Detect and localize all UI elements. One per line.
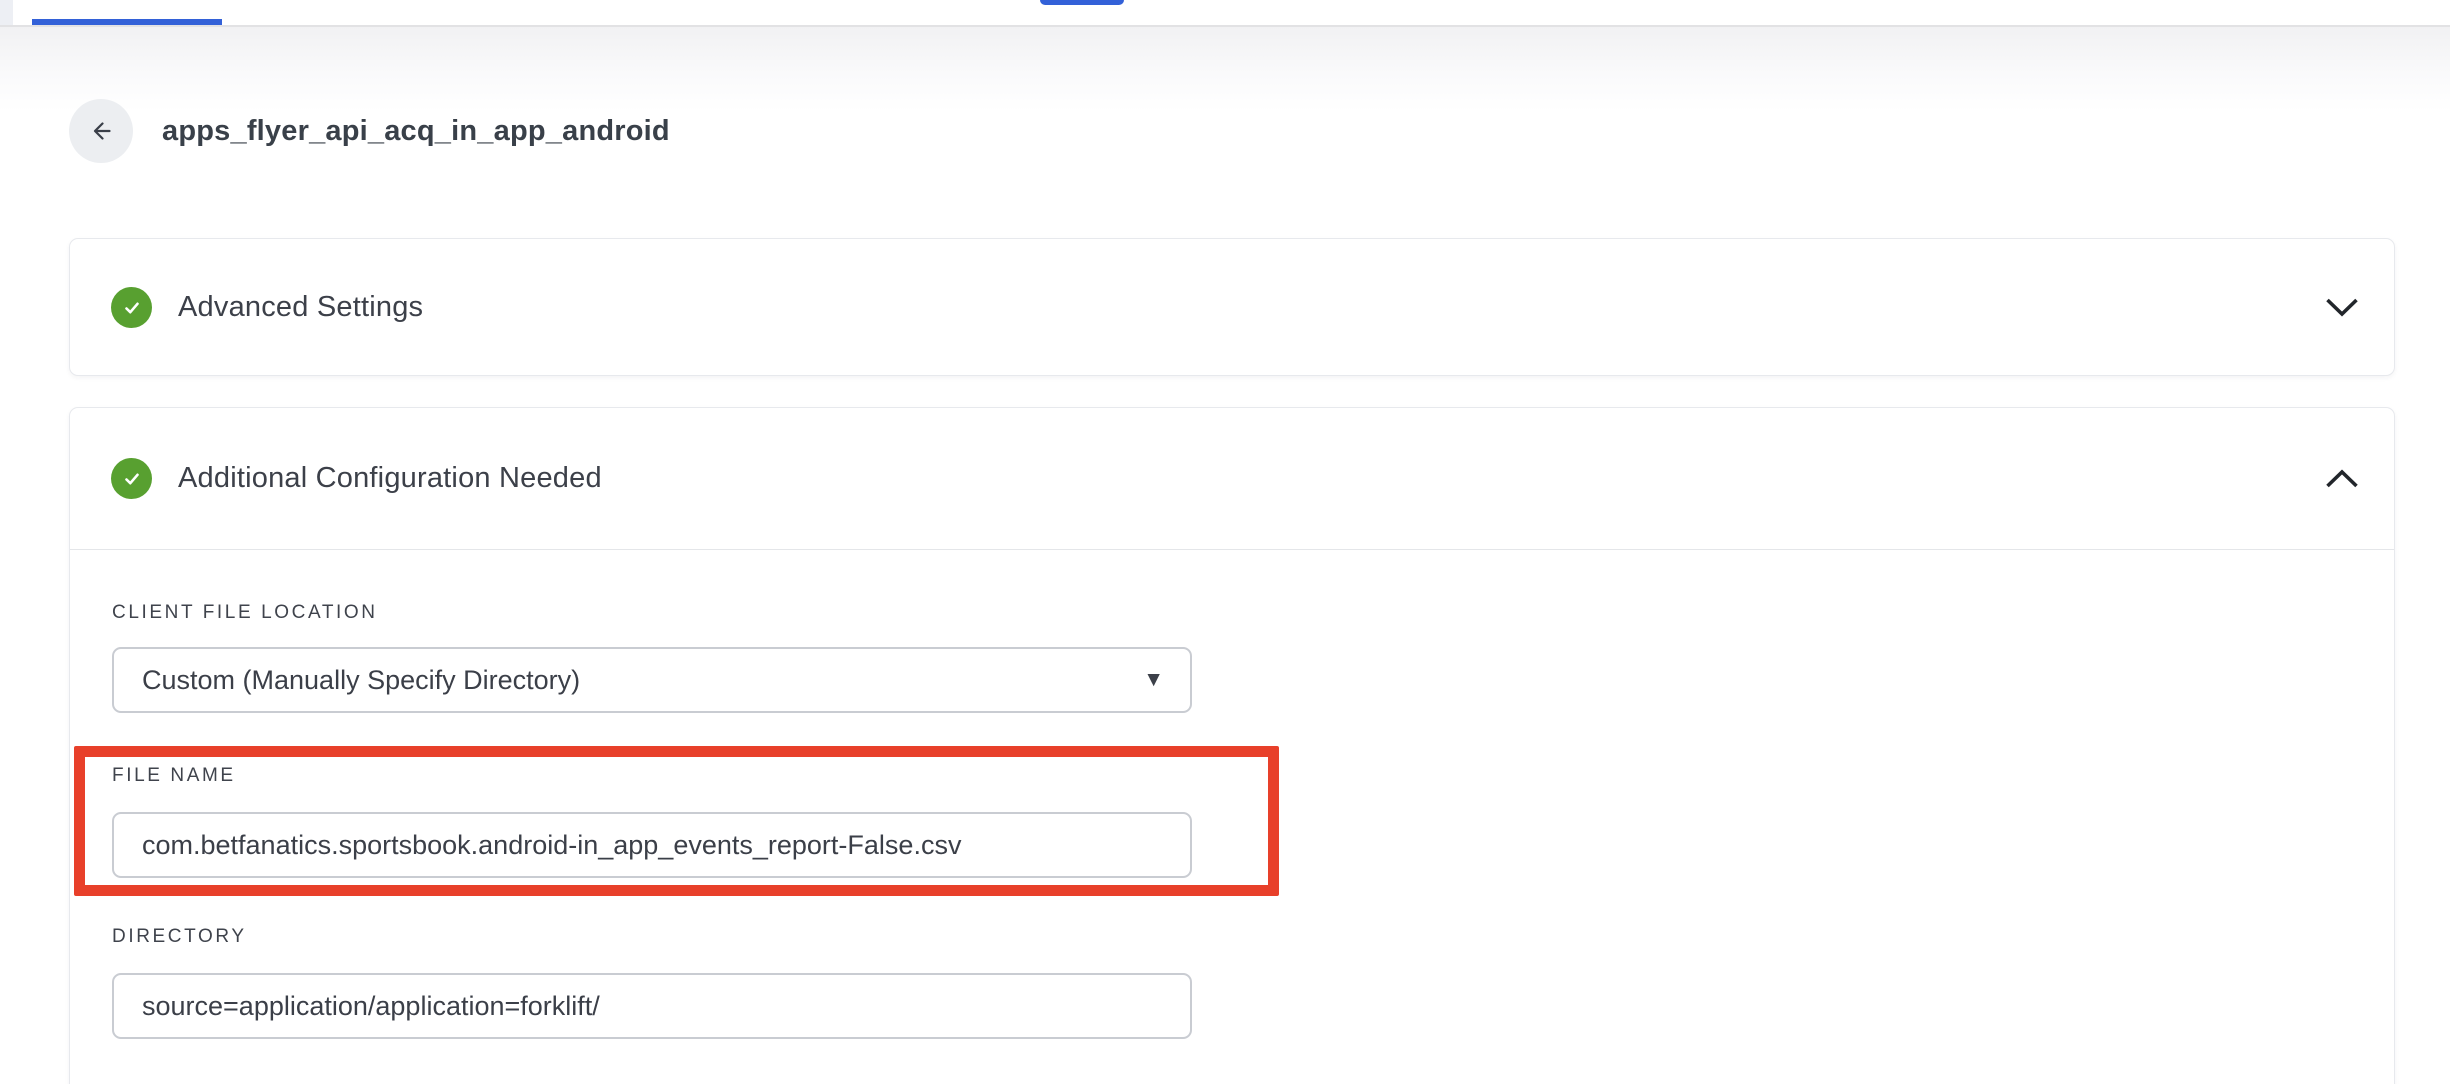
section-title: Advanced Settings <box>178 291 423 324</box>
arrow-left-icon <box>86 116 116 146</box>
client-file-location-value: Custom (Manually Specify Directory) <box>142 665 1143 696</box>
file-name-label: FILE NAME <box>112 765 236 787</box>
advanced-settings-header[interactable]: Advanced Settings <box>70 239 2394 376</box>
back-button[interactable] <box>69 99 133 163</box>
section-advanced-settings: Advanced Settings <box>69 238 2395 376</box>
caret-down-icon: ▼ <box>1143 668 1164 692</box>
file-name-input[interactable] <box>112 812 1192 878</box>
client-file-location-select[interactable]: Custom (Manually Specify Directory) ▼ <box>112 647 1192 713</box>
active-tab-indicator[interactable] <box>32 19 222 25</box>
chevron-down-icon <box>2325 297 2359 318</box>
page-title: apps_flyer_api_acq_in_app_android <box>162 115 670 148</box>
page-header: apps_flyer_api_acq_in_app_android <box>69 99 670 163</box>
check-icon <box>121 297 143 319</box>
client-file-location-label: CLIENT FILE LOCATION <box>112 602 378 624</box>
directory-label: DIRECTORY <box>112 926 247 948</box>
directory-input[interactable] <box>112 973 1192 1039</box>
topbar <box>0 0 2450 27</box>
left-edge-strip <box>0 0 13 25</box>
additional-configuration-body: CLIENT FILE LOCATION Custom (Manually Sp… <box>70 408 2394 1084</box>
section-additional-configuration: Additional Configuration Needed CLIENT F… <box>69 407 2395 1084</box>
screen: apps_flyer_api_acq_in_app_android Advanc… <box>0 0 2450 1084</box>
status-complete-icon <box>111 287 152 328</box>
top-center-button-edge[interactable] <box>1040 0 1124 5</box>
